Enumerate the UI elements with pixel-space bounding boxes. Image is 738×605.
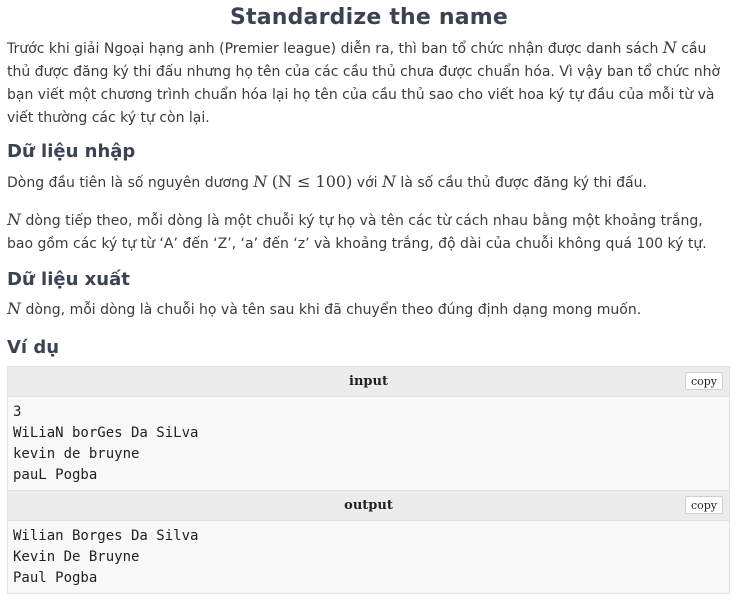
copy-output-button[interactable]: copy: [684, 496, 723, 514]
input-heading: Dữ liệu nhập: [7, 141, 136, 162]
input-line-1: Dòng đầu tiên là số nguyên dương N (N ≤ …: [7, 172, 647, 191]
input-line: pauL Pogba: [13, 467, 98, 483]
input-line: WiLiaN borGes Da SiLva: [13, 425, 199, 441]
output-block: Wilian Borges Da Silva Kevin De Bruyne P…: [8, 521, 729, 593]
output-header: output copy: [8, 491, 729, 521]
output-heading: Dữ liệu xuất: [7, 269, 130, 290]
output-title: output: [344, 498, 393, 513]
copy-input-button[interactable]: copy: [684, 372, 723, 390]
output-line: Kevin De Bruyne: [13, 549, 140, 565]
input-header: input copy: [8, 367, 729, 397]
intro-paragraph: Trước khi giải Ngoại hạng anh (Premier l…: [7, 38, 721, 126]
problem-statement: Standardize the name Trước khi giải Ngoạ…: [0, 4, 738, 594]
input-line: 3: [13, 404, 22, 420]
output-line: Paul Pogba: [13, 570, 98, 586]
output-description: N dòng, mỗi dòng là chuỗi họ và tên sau …: [7, 299, 642, 318]
example-heading: Ví dụ: [7, 337, 60, 358]
input-line-2: N dòng tiếp theo, mỗi dòng là một chuỗi …: [7, 210, 707, 252]
sample-test: input copy 3 WiLiaN borGes Da SiLva kevi…: [7, 366, 730, 594]
math-constraint: (N ≤ 100): [271, 172, 353, 191]
page-title: Standardize the name: [229, 5, 509, 30]
input-title: input: [349, 374, 388, 389]
math-var-n: N: [662, 38, 677, 57]
input-line: kevin de bruyne: [13, 446, 140, 462]
input-block: 3 WiLiaN borGes Da SiLva kevin de bruyne…: [8, 397, 729, 491]
output-line: Wilian Borges Da Silva: [13, 528, 199, 544]
